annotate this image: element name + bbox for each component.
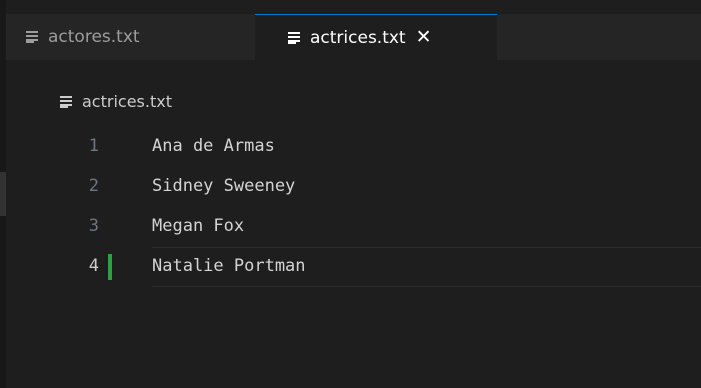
breadcrumb[interactable]: actrices.txt: [60, 92, 172, 111]
editor[interactable]: 1 Ana de Armas 2 Sidney Sweeney 3 Megan …: [6, 127, 701, 287]
file-lines-icon: [60, 95, 74, 108]
breadcrumb-file[interactable]: actrices.txt: [82, 92, 172, 111]
editor-line[interactable]: 1 Ana de Armas: [6, 127, 701, 167]
close-icon[interactable]: ✕: [416, 28, 432, 47]
line-number: 1: [88, 136, 99, 156]
tab-label: actrices.txt: [310, 27, 406, 48]
tab-label: actores.txt: [48, 27, 140, 47]
file-lines-icon: [288, 31, 302, 44]
editor-line[interactable]: 3 Megan Fox: [6, 207, 701, 247]
tab-actores[interactable]: actores.txt: [6, 14, 235, 60]
editor-line[interactable]: 2 Sidney Sweeney: [6, 167, 701, 207]
tab-actrices[interactable]: actrices.txt ✕: [255, 14, 497, 60]
line-number: 3: [88, 216, 99, 236]
line-text[interactable]: Ana de Armas: [152, 136, 275, 156]
line-number: 2: [88, 176, 99, 196]
line-text[interactable]: Megan Fox: [152, 216, 244, 236]
line-text[interactable]: Natalie Portman: [152, 256, 306, 276]
editor-line-active[interactable]: 4 Natalie Portman: [6, 247, 701, 287]
file-lines-icon: [26, 31, 40, 43]
tab-bar: actores.txt actrices.txt ✕: [6, 14, 701, 60]
line-text[interactable]: Sidney Sweeney: [152, 176, 295, 196]
line-number: 4: [88, 256, 99, 276]
git-added-marker[interactable]: [108, 254, 112, 280]
